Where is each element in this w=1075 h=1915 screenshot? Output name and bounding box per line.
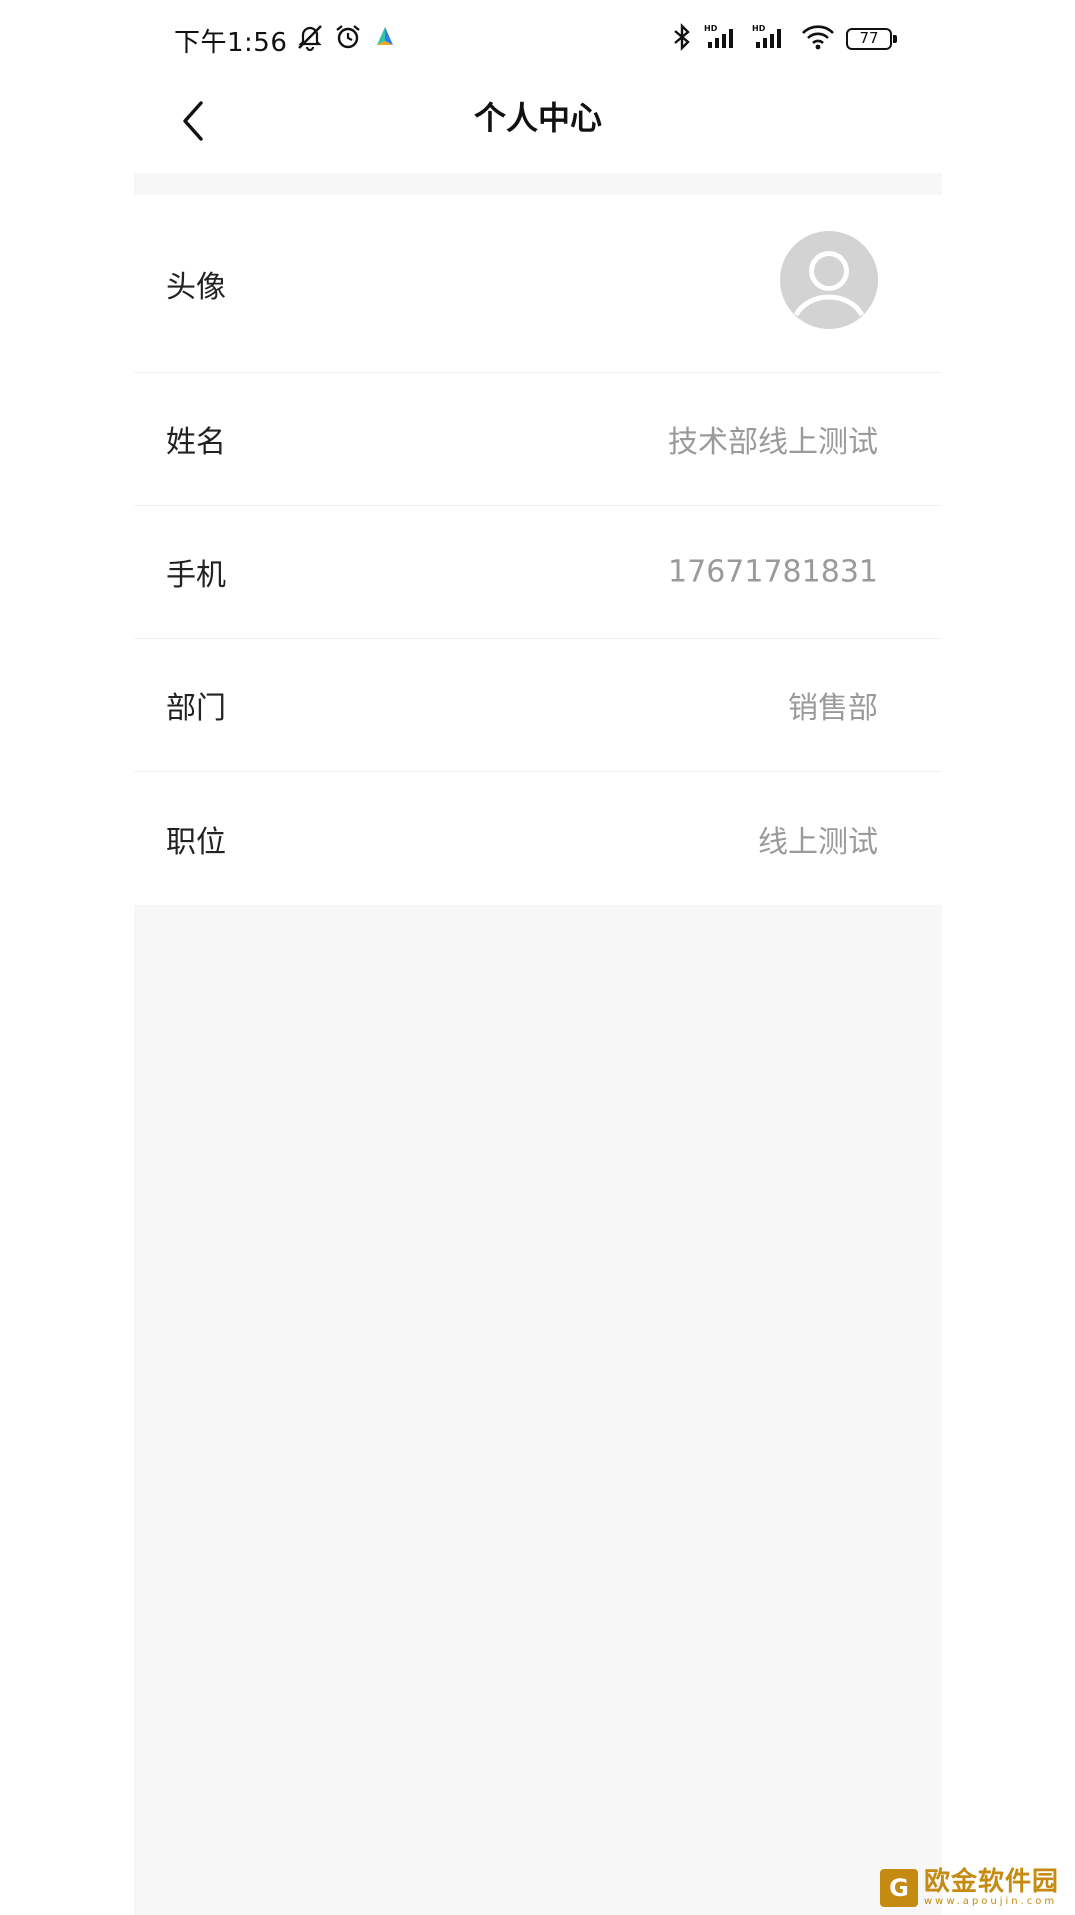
profile-row-name[interactable]: 姓名 技术部线上测试	[134, 373, 942, 506]
user-placeholder-icon	[780, 231, 878, 329]
nav-bar: 个人中心	[134, 78, 942, 173]
watermark-text: 欧金软件园	[924, 1867, 1060, 1897]
row-value: 销售部	[788, 691, 878, 726]
svg-text:HD: HD	[704, 24, 718, 33]
avatar[interactable]	[780, 231, 878, 329]
row-label: 头像	[166, 269, 226, 305]
watermark: G 欧金软件园 www.apoujin.com	[880, 1868, 1059, 1908]
watermark-logo-icon: G	[880, 1869, 918, 1907]
row-value: 技术部线上测试	[668, 425, 878, 460]
profile-list: 头像 姓名 技术部线上测试 手机 17671781831 部门 销售部 职位 线…	[134, 195, 942, 905]
profile-row-phone[interactable]: 手机 17671781831	[134, 506, 942, 639]
wifi-icon	[800, 22, 836, 56]
mute-bell-icon	[295, 22, 325, 59]
alarm-icon	[333, 22, 363, 59]
phone-screen: 下午1:56 HD HD 77 个人中心 头像 姓名 技术部线上测试 手机 17…	[134, 0, 942, 1915]
page-title: 个人中心	[473, 99, 602, 137]
row-value: 线上测试	[758, 824, 878, 860]
row-label: 部门	[166, 691, 226, 726]
watermark-text-wrap: 欧金软件园 www.apoujin.com	[924, 1868, 1059, 1908]
profile-row-position[interactable]: 职位 线上测试	[134, 772, 942, 905]
status-right: HD HD 77	[670, 22, 897, 56]
profile-row-department[interactable]: 部门 销售部	[134, 639, 942, 772]
signal-hd-icon: HD	[704, 22, 742, 56]
status-time: 下午1:56	[174, 28, 288, 58]
row-value: 17671781831	[668, 554, 878, 590]
app-icon	[371, 23, 399, 58]
row-label: 手机	[166, 558, 226, 593]
status-bar: 下午1:56 HD HD 77	[134, 0, 942, 78]
signal-hd-icon-2: HD	[752, 22, 790, 56]
svg-text:HD: HD	[752, 24, 766, 33]
row-label: 职位	[166, 824, 226, 860]
battery-icon: 77	[846, 28, 897, 50]
page: 下午1:56 HD HD 77 个人中心 头像 姓名 技术部线上测试 手机 17…	[0, 0, 1075, 1915]
status-left: 下午1:56	[174, 22, 399, 59]
watermark-sub: www.apoujin.com	[924, 1896, 1058, 1907]
profile-row-avatar[interactable]: 头像	[134, 195, 942, 373]
bluetooth-icon	[670, 22, 694, 56]
row-label: 姓名	[166, 425, 226, 460]
